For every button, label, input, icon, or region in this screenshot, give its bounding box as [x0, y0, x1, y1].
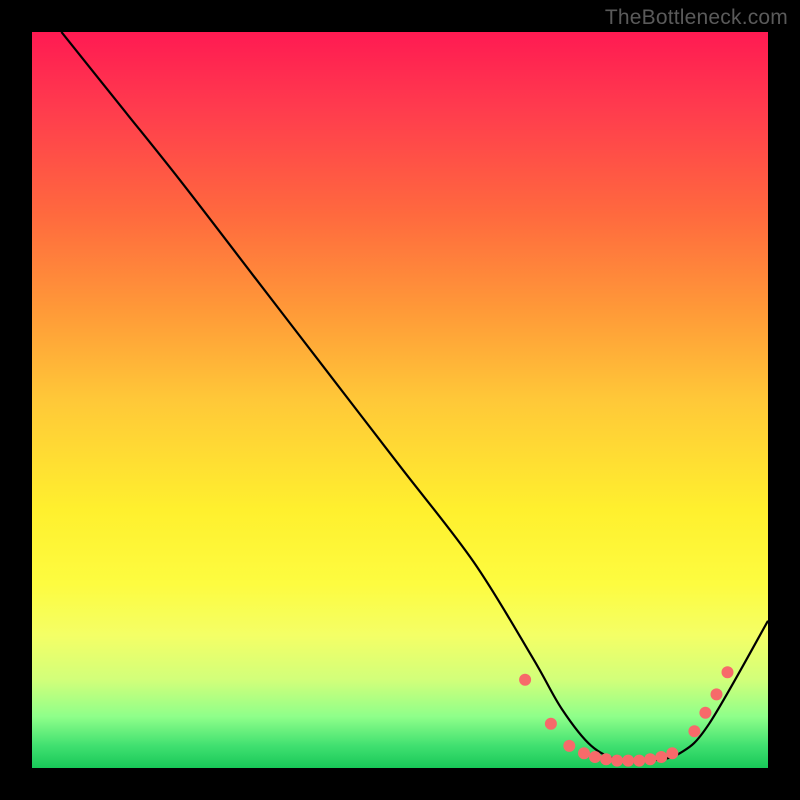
marker-dot — [563, 740, 575, 752]
marker-dot — [611, 755, 623, 767]
marker-dot — [688, 725, 700, 737]
marker-dot — [545, 718, 557, 730]
marker-dot — [578, 747, 590, 759]
marker-dot — [519, 674, 531, 686]
marker-dot — [666, 747, 678, 759]
marker-dot — [589, 751, 601, 763]
marker-dot — [722, 666, 734, 678]
marker-dot — [655, 751, 667, 763]
marker-dot — [699, 707, 711, 719]
chart-frame: TheBottleneck.com — [0, 0, 800, 800]
marker-dot — [633, 755, 645, 767]
marker-dot — [600, 753, 612, 765]
plot-area — [32, 32, 768, 768]
watermark-text: TheBottleneck.com — [605, 6, 788, 30]
curve-layer — [32, 32, 768, 768]
marker-dot — [711, 688, 723, 700]
marker-group — [519, 666, 733, 766]
bottleneck-curve — [61, 32, 768, 762]
marker-dot — [622, 755, 634, 767]
marker-dot — [644, 753, 656, 765]
